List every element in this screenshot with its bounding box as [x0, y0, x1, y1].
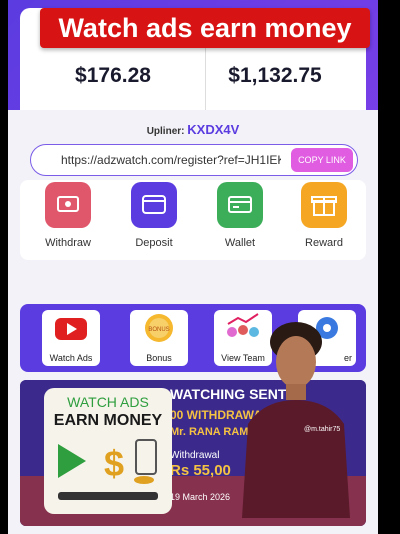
svg-text:BONUS: BONUS [148, 327, 169, 333]
referral-link-box[interactable]: https://adzwatch.com/register?ref=JH1IEK… [30, 144, 358, 176]
deposit-label: Deposit [135, 237, 173, 249]
upliner-row: Upliner: KXDX4V [8, 122, 378, 137]
wallet-button[interactable]: Wallet [200, 182, 280, 249]
reward-label: Reward [305, 237, 343, 249]
bonus-label: Bonus [146, 353, 172, 363]
watch-ads-label: Watch Ads [49, 353, 93, 363]
wallet-label: Wallet [224, 237, 256, 249]
total-withdraw-value: $1,132.75 [228, 64, 322, 87]
logo-line2: EARN MONEY [53, 412, 163, 429]
watermark-text: @m.tahir75 [304, 426, 341, 433]
logo-line1: WATCH ADS [67, 394, 149, 410]
withdraw-label: Withdraw [45, 237, 91, 249]
video-title-banner: Watch ads earn money [40, 8, 370, 48]
youtube-icon [55, 318, 87, 340]
card-icon [217, 182, 263, 228]
promo-amount: Rs 55,00 [170, 462, 231, 479]
person-photo [242, 322, 350, 518]
bonus-badge-icon: BONUS [145, 314, 173, 342]
promo-date: 19 March 2026 [170, 492, 231, 502]
current-income-value: $176.28 [75, 64, 151, 87]
gift-icon [301, 182, 347, 228]
watch-ads-earn-money-logo: WATCH ADS EARN MONEY $ [44, 388, 172, 514]
play-money-icon: $ [58, 439, 158, 500]
svg-text:$: $ [104, 443, 124, 484]
upliner-code: KXDX4V [187, 122, 240, 137]
upliner-label: Upliner: [146, 126, 185, 137]
bonus-tile[interactable]: BONUS Bonus [130, 310, 188, 366]
cash-icon [45, 182, 91, 228]
watch-ads-tile[interactable]: Watch Ads [42, 310, 100, 366]
wallet-icon [131, 182, 177, 228]
referral-url: https://adzwatch.com/register?ref=JH1IEK [61, 153, 281, 167]
promo-withdrawal-label: Withdrawal [170, 450, 220, 461]
quick-actions: Withdraw Deposit Wallet Reward [20, 180, 366, 260]
copy-link-button[interactable]: COPY LINK [291, 148, 353, 172]
deposit-button[interactable]: Deposit [114, 182, 194, 249]
withdraw-button[interactable]: Withdraw [28, 182, 108, 249]
reward-button[interactable]: Reward [284, 182, 364, 249]
presenter-image: @m.tahir75 [234, 314, 354, 518]
